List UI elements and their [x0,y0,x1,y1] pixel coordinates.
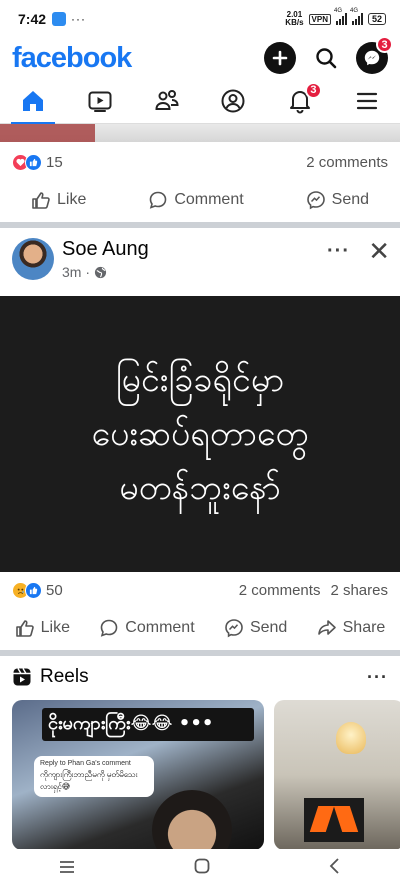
like-reaction-icon [25,581,42,599]
plus-icon [272,50,288,66]
post-actions: Like Comment Send Share [0,608,400,648]
reels-icon [13,668,31,686]
share-label: Share [342,619,386,636]
send-label: Send [249,619,288,636]
post-header: Soe Aung 3m · ··· ✕ [0,232,400,292]
post-separator [0,222,400,228]
previous-post-stats: 15 2 comments [0,148,400,176]
battery-icon: 52 [367,13,386,25]
comment-icon [100,619,118,637]
send-button[interactable]: Send [224,618,287,638]
post-time[interactable]: 3m · [62,264,90,280]
post-author[interactable]: Soe Aung [62,238,149,261]
messenger-send-icon [225,619,243,638]
profile-icon [221,89,245,112]
previous-post-image[interactable] [0,124,400,142]
notifications-badge: 3 [304,81,322,99]
facebook-logo: facebook [12,41,132,74]
share-icon [317,620,336,635]
vpn-icon: VPN [308,13,331,25]
globe-icon [94,266,107,278]
network-speed: 2.01 KB/s [285,10,304,27]
reel-card-1[interactable]: ငိုးမကျားကြီး😂😂 ••• Reply to Phan Ga's c… [12,700,264,850]
signal-icon-1: 4G [334,8,347,25]
share-button[interactable]: Share [317,618,386,638]
tab-home[interactable] [3,78,63,125]
reel-card-2[interactable] [274,700,400,850]
thumbs-up-icon [15,620,34,637]
post-text-card[interactable]: မြင်းခြံခရိုင်မှာ ပေးဆပ်ရတာတွေ မတန်ဘူးနေ… [0,296,400,572]
post-stats: 50 2 comments 2 shares [0,576,400,604]
comment-label: Comment [174,191,244,208]
status-bar: 7:42 ··· 2.01 KB/s VPN 4G 4G 52 [0,0,400,38]
main-tab-bar: 3 [0,78,400,125]
previous-post-actions: Like Comment Send [0,180,400,220]
reel-person-image [152,790,232,850]
post-separator [0,650,400,656]
more-notifications-icon: ··· [71,12,87,26]
video-icon [88,91,112,112]
comment-label: Comment [125,619,195,636]
system-navigation-bar [0,849,400,889]
tab-menu[interactable] [337,78,397,124]
reactions-count: 50 [46,581,63,599]
tab-profile[interactable] [203,78,263,124]
like-label: Like [56,191,87,208]
app-header: facebook 3 [0,36,400,78]
reel-reply-bubble: Reply to Phan Ga's comment ကိုကျားကြီးဘာ… [34,756,154,797]
reactions-count: 15 [46,153,63,171]
shares-count[interactable]: 2 shares [330,582,388,599]
reel-logo-image [304,798,364,842]
send-button[interactable]: Send [306,190,369,210]
like-label: Like [40,619,70,636]
reels-more-options-button[interactable]: ··· [367,667,388,688]
comments-count[interactable]: 2 comments [239,582,321,599]
messenger-button[interactable]: 3 [356,36,393,74]
signal-icon-2: 4G [350,8,363,25]
messenger-icon [364,50,380,66]
hide-post-button[interactable]: ✕ [368,236,390,267]
avatar[interactable] [12,238,54,280]
reels-header: Reels ··· [0,660,400,694]
recent-apps-button[interactable] [58,858,76,881]
reaction-icons[interactable] [12,581,42,599]
comment-button[interactable]: Comment [148,190,244,210]
tab-video[interactable] [70,78,130,124]
back-button[interactable] [328,857,342,881]
hamburger-menu-icon [356,92,377,109]
post-body-text: မြင်းခြံခရိုင်မှာ ပေးဆပ်ရတာတွေ မတန်ဘူးနေ… [91,360,309,508]
like-reaction-icon [25,153,42,171]
comment-icon [150,191,167,209]
like-button[interactable]: Like [15,618,70,638]
reel-lamp-image [336,722,366,754]
search-icon [316,48,337,69]
messenger-send-icon [306,191,325,210]
search-button[interactable] [310,42,342,74]
like-button[interactable]: Like [31,190,86,210]
reel-caption: ငိုးမကျားကြီး😂😂 ••• [42,708,254,741]
clock: 7:42 [18,11,47,27]
tab-notifications[interactable]: 3 [270,78,330,124]
friends-icon [155,89,179,110]
comments-count[interactable]: 2 comments [306,154,388,171]
home-system-button[interactable] [193,857,211,881]
app-notification-icon [52,12,67,26]
comment-button[interactable]: Comment [99,618,195,638]
thumbs-up-icon [32,192,50,209]
create-button[interactable] [264,42,296,74]
reels-title: Reels [40,666,89,687]
messenger-badge: 3 [376,36,393,53]
home-icon [23,90,44,111]
reaction-icons[interactable] [12,153,42,171]
post-meta: 3m · [62,264,107,280]
send-label: Send [331,191,370,208]
tab-friends[interactable] [137,78,197,124]
post-more-options-button[interactable]: ··· [327,240,350,263]
